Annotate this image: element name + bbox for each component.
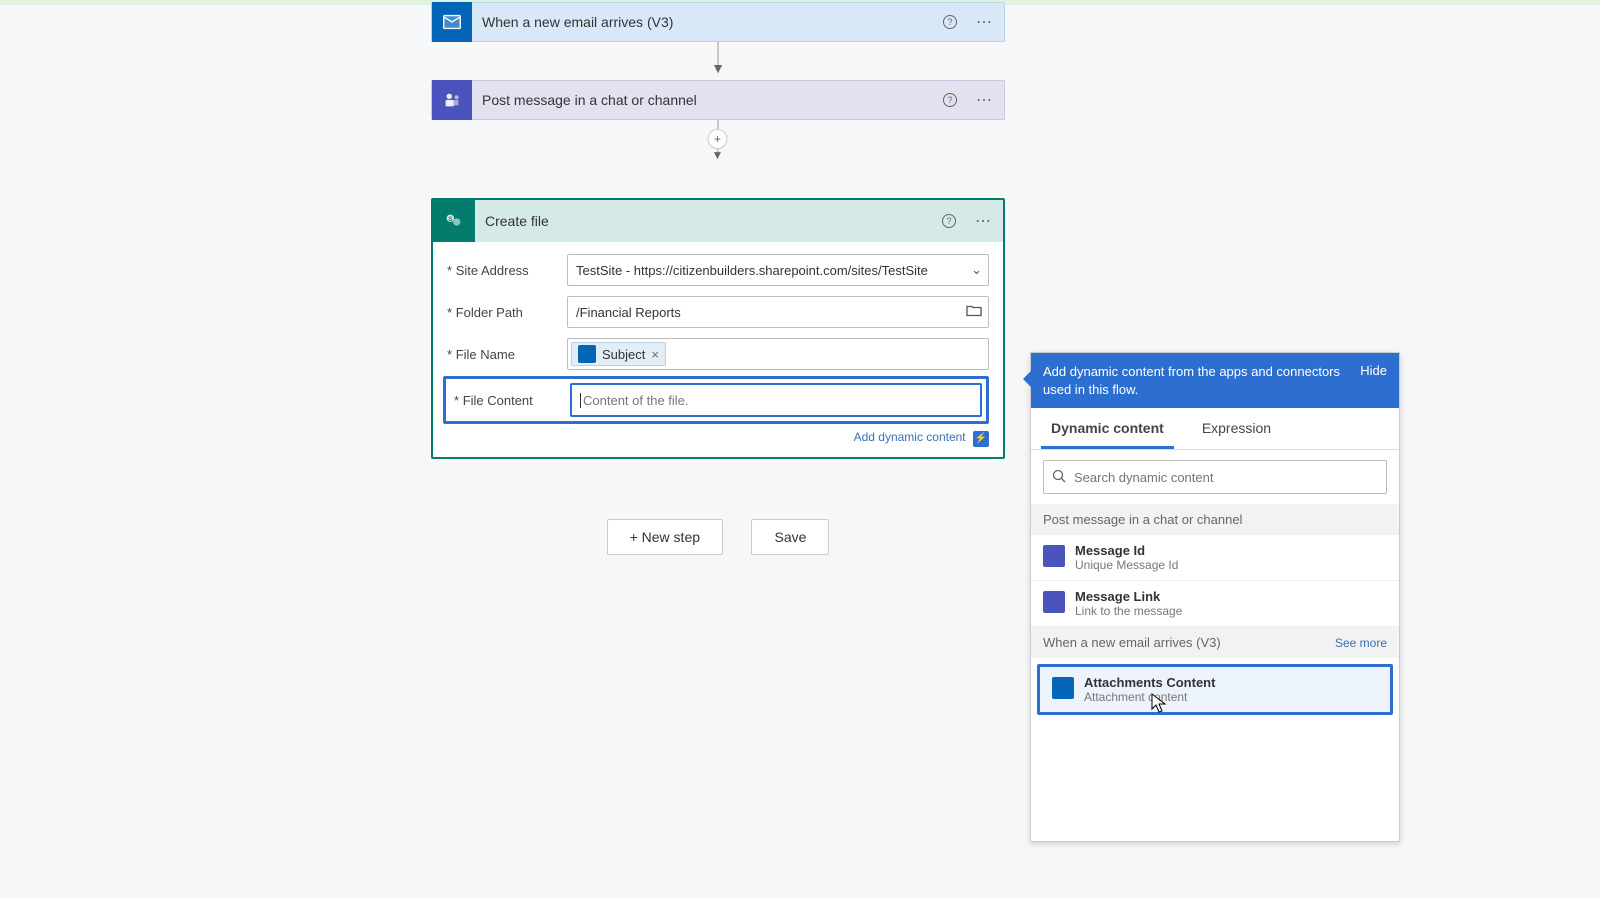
remove-token-icon[interactable]: × (651, 347, 659, 362)
outlook-icon (432, 2, 472, 42)
flyout-header: Add dynamic content from the apps and co… (1031, 353, 1399, 408)
trigger-card[interactable]: When a new email arrives (V3) ? ⋯ (431, 2, 1005, 42)
item-desc: Link to the message (1075, 604, 1182, 618)
site-address-select[interactable]: TestSite - https://citizenbuilders.share… (567, 254, 989, 286)
field-file-content-highlighted: * File Content Content of the file. (443, 376, 989, 424)
save-button[interactable]: Save (751, 519, 829, 555)
svg-text:S: S (448, 216, 453, 223)
create-file-header[interactable]: S Create file ? ⋯ (433, 200, 1003, 242)
group-outlook-header: When a new email arrives (V3) See more (1031, 627, 1399, 658)
field-folder-path: * Folder Path /Financial Reports (447, 296, 989, 328)
item-desc: Unique Message Id (1075, 558, 1178, 572)
field-file-name: * File Name Subject × (447, 338, 989, 370)
svg-text:?: ? (947, 95, 952, 105)
dynamic-content-badge-icon: ⚡ (973, 431, 989, 447)
search-dynamic-content[interactable] (1043, 460, 1387, 494)
flow-canvas: When a new email arrives (V3) ? ⋯ ▼ Post… (431, 2, 1005, 555)
group-teams-header: Post message in a chat or channel (1031, 504, 1399, 535)
see-more-link[interactable]: See more (1335, 636, 1387, 650)
connector-with-add: + ▼ (718, 120, 719, 158)
more-icon[interactable]: ⋯ (970, 8, 998, 36)
outlook-icon (578, 345, 596, 363)
chevron-down-icon[interactable]: ⌄ (971, 262, 982, 278)
svg-text:?: ? (947, 17, 952, 27)
arrow-down-icon: ▼ (711, 60, 725, 76)
create-file-card: S Create file ? ⋯ * Site Address TestSit… (431, 198, 1005, 459)
label-file-content: * File Content (454, 393, 570, 408)
dynamic-content-flyout: Add dynamic content from the apps and co… (1030, 352, 1400, 842)
new-step-button[interactable]: + New step (607, 519, 723, 555)
item-attachments-content-highlighted[interactable]: Attachments Content Attachment content (1037, 664, 1393, 715)
token-label: Subject (602, 347, 645, 362)
add-step-icon[interactable]: + (708, 129, 728, 149)
action-title: Post message in a chat or channel (482, 92, 936, 108)
more-icon[interactable]: ⋯ (969, 207, 997, 235)
folder-path-value: /Financial Reports (576, 305, 681, 320)
item-message-id[interactable]: Message Id Unique Message Id (1031, 535, 1399, 581)
teams-icon (1043, 591, 1065, 613)
file-content-placeholder: Content of the file. (580, 393, 689, 408)
help-icon[interactable]: ? (936, 86, 964, 114)
field-site-address: * Site Address TestSite - https://citize… (447, 254, 989, 286)
tab-dynamic-content[interactable]: Dynamic content (1041, 408, 1174, 449)
action-card-teams[interactable]: Post message in a chat or channel ? ⋯ (431, 80, 1005, 120)
file-name-input[interactable]: Subject × (567, 338, 989, 370)
trigger-title: When a new email arrives (V3) (482, 14, 936, 30)
label-site-address: * Site Address (447, 263, 567, 278)
arrow-down-icon: ▼ (712, 148, 724, 162)
file-content-input[interactable]: Content of the file. (570, 383, 982, 417)
label-file-name: * File Name (447, 347, 567, 362)
outlook-icon (1052, 677, 1074, 699)
sharepoint-icon: S (433, 200, 475, 242)
create-file-title: Create file (485, 213, 935, 229)
help-icon[interactable]: ? (935, 207, 963, 235)
svg-text:?: ? (946, 216, 951, 226)
flyout-pointer (1023, 371, 1031, 387)
button-row: + New step Save (431, 519, 1005, 555)
more-icon[interactable]: ⋯ (970, 86, 998, 114)
item-name: Attachments Content (1084, 675, 1215, 690)
flyout-tabs: Dynamic content Expression (1031, 408, 1399, 450)
item-name: Message Link (1075, 589, 1182, 604)
label-folder-path: * Folder Path (447, 305, 567, 320)
item-name: Message Id (1075, 543, 1178, 558)
tab-expression[interactable]: Expression (1192, 408, 1281, 449)
teams-icon (432, 80, 472, 120)
add-dynamic-content-link[interactable]: Add dynamic content ⚡ (447, 430, 989, 447)
folder-picker-icon[interactable] (966, 304, 982, 321)
site-address-value: TestSite - https://citizenbuilders.share… (576, 263, 928, 278)
flyout-description: Add dynamic content from the apps and co… (1043, 363, 1352, 398)
teams-icon (1043, 545, 1065, 567)
search-icon (1052, 469, 1066, 486)
hide-button[interactable]: Hide (1360, 363, 1387, 398)
folder-path-input[interactable]: /Financial Reports (567, 296, 989, 328)
help-icon[interactable]: ? (936, 8, 964, 36)
item-message-link[interactable]: Message Link Link to the message (1031, 581, 1399, 627)
item-desc: Attachment content (1084, 690, 1215, 704)
token-subject[interactable]: Subject × (571, 342, 666, 366)
search-input[interactable] (1074, 470, 1378, 485)
